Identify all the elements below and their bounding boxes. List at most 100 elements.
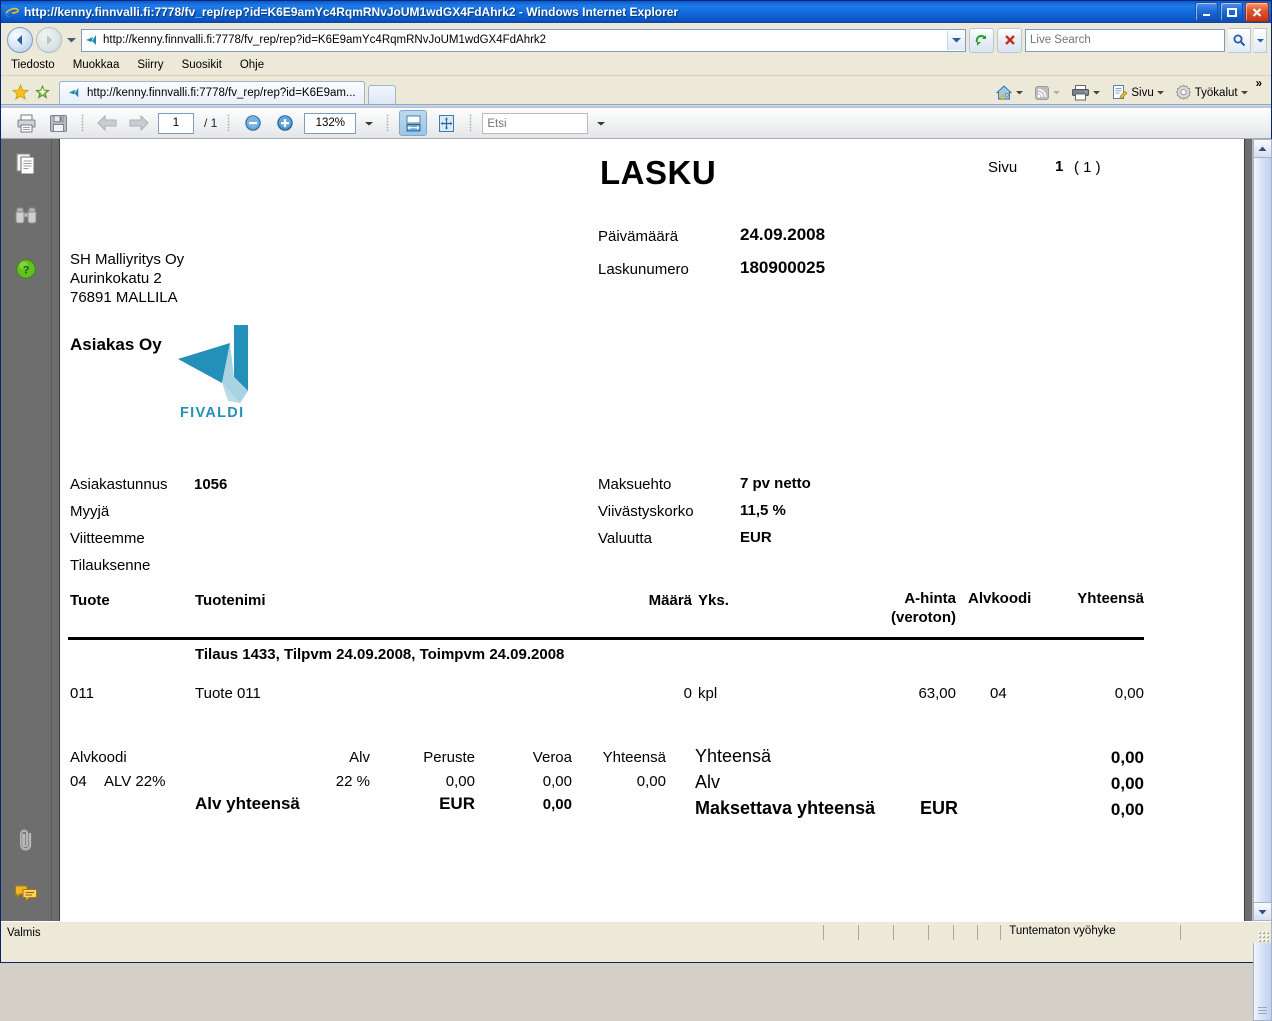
recent-pages-dropdown[interactable] [65, 29, 78, 51]
pdf-page-area: FIVALDI SH Malliyritys Oy Aurinkokatu 2 … [52, 139, 1252, 921]
tools-menu-button[interactable]: Työkalut [1172, 83, 1251, 102]
our-reference-label: Viitteemme [70, 530, 145, 547]
row-product-code: 011 [70, 685, 94, 702]
status-text: Valmis [7, 926, 41, 939]
page-menu-button[interactable]: Sivu [1108, 83, 1166, 102]
scrollbar-thumb[interactable] [1253, 157, 1272, 1021]
pdf-print-button[interactable] [13, 111, 39, 135]
invoice-number-value: 180900025 [740, 258, 826, 277]
live-search-box[interactable] [1025, 28, 1225, 52]
search-go-button[interactable] [1228, 27, 1251, 53]
address-url-text: http://kenny.finnvalli.fi:7778/fv_rep/re… [103, 34, 547, 46]
pdf-save-button[interactable] [45, 111, 71, 135]
print-button[interactable] [1068, 83, 1103, 102]
pdf-find-input[interactable] [483, 114, 594, 133]
security-zone-label[interactable]: Tuntematon vyöhyke [1000, 925, 1180, 940]
pdf-find-dropdown-icon[interactable] [594, 114, 608, 133]
minimize-button[interactable] [1195, 2, 1218, 22]
tools-menu-label: Työkalut [1194, 86, 1238, 99]
pdf-viewer: ? FIVALDI SH Malliyritys Oy Aurinkokatu … [1, 139, 1272, 1021]
vat-col-code-header: Alvkoodi [70, 749, 127, 766]
stop-button[interactable] [997, 27, 1022, 53]
vat-col-tax-header: Veroa [532, 749, 572, 766]
vat-total-currency: EUR [439, 794, 475, 813]
pdf-zoom-dropdown-icon[interactable] [362, 114, 376, 133]
table-header-rule [68, 637, 1144, 640]
scroll-up-button[interactable] [1253, 139, 1272, 158]
command-bar: Sivu Työkalut » [992, 78, 1265, 102]
pdf-previous-page-button[interactable] [94, 111, 120, 135]
vat-total-value: 0,00 [542, 796, 572, 813]
customer-id-label: Asiakastunnus [70, 476, 168, 493]
vat-col-base-header: Peruste [423, 749, 475, 766]
pdf-zoom-in-button[interactable] [272, 111, 298, 135]
maximize-button[interactable] [1220, 2, 1243, 22]
favorites-center-icon[interactable] [9, 80, 31, 104]
address-dropdown-icon[interactable] [947, 30, 965, 50]
toolbar-separator-4 [469, 114, 473, 132]
toolbar-separator-3 [386, 114, 390, 132]
vat-row-rate: 22 % [335, 773, 370, 790]
status-cell-2 [857, 925, 893, 940]
row-total: 0,00 [1114, 685, 1144, 702]
scroll-down-button[interactable] [1253, 902, 1272, 921]
live-search-input[interactable] [1026, 33, 1224, 47]
payment-terms-value: 7 pv netto [740, 475, 811, 492]
row-price: 63,00 [918, 685, 956, 702]
pdf-fit-width-button[interactable] [399, 110, 428, 136]
pdf-zoom-level-input[interactable]: 132% [304, 112, 357, 134]
menu-item-siirry[interactable]: Siirry [137, 59, 163, 71]
address-input[interactable]: http://kenny.finnvalli.fi:7778/fv_rep/re… [81, 28, 966, 52]
menu-item-ohje[interactable]: Ohje [240, 59, 264, 71]
currency-label: Valuutta [598, 530, 652, 547]
svg-text:?: ? [23, 265, 30, 277]
back-button[interactable] [7, 27, 33, 53]
sender-street: Aurinkokatu 2 [70, 270, 162, 287]
vertical-scrollbar[interactable] [1252, 139, 1272, 1021]
col-name-header: Tuotenimi [195, 592, 266, 609]
date-value: 24.09.2008 [740, 225, 826, 244]
browser-tab[interactable]: http://kenny.finnvalli.fi:7778/fv_rep/re… [59, 81, 365, 104]
vat-row-base: 0,00 [445, 773, 475, 790]
forward-button[interactable] [36, 27, 62, 53]
pdf-zoom-out-button[interactable] [240, 111, 266, 135]
row-unit: kpl [698, 685, 718, 702]
command-separator [1028, 85, 1029, 101]
your-order-label: Tilauksenne [70, 557, 151, 574]
row-qty: 0 [683, 685, 692, 702]
pdf-find-box[interactable] [482, 112, 594, 134]
comments-icon[interactable] [14, 881, 38, 905]
col-price-sub-header: (veroton) [891, 609, 956, 626]
search-options-dropdown[interactable] [1254, 27, 1267, 53]
new-tab-button[interactable] [367, 85, 396, 104]
pdf-page-number-input[interactable]: 1 [158, 112, 194, 134]
tab-favicon-icon [68, 86, 82, 100]
command-separator-4 [1169, 85, 1170, 101]
seller-label: Myyjä [70, 503, 110, 520]
command-overflow-button[interactable]: » [1253, 77, 1265, 91]
status-cell-6 [977, 925, 1000, 940]
page-number: 1 [1055, 158, 1064, 175]
feeds-button[interactable] [1031, 84, 1063, 102]
menu-item-suosikit[interactable]: Suosikit [182, 59, 222, 71]
page-label: Sivu [988, 159, 1018, 176]
attachments-icon[interactable] [14, 829, 38, 853]
status-cell-5 [952, 925, 978, 940]
close-button[interactable] [1245, 2, 1269, 22]
pdf-fit-page-button[interactable] [433, 111, 459, 135]
home-button[interactable] [992, 83, 1026, 102]
search-panel-icon[interactable] [14, 204, 38, 228]
page-dropdown-icon [1156, 91, 1164, 95]
pdf-next-page-button[interactable] [126, 111, 152, 135]
invoice-number-label: Laskunumero [598, 261, 689, 278]
menu-item-tiedosto[interactable]: Tiedosto [11, 59, 55, 71]
add-to-favorites-icon[interactable] [31, 80, 53, 104]
window-title-text: http://kenny.finnvalli.fi:7778/fv_rep/re… [24, 5, 679, 19]
pages-panel-icon[interactable] [14, 152, 38, 176]
resize-grip-icon[interactable] [1257, 930, 1269, 942]
sender-city: 76891 MALLILA [70, 289, 178, 306]
total-payable-label: Maksettava yhteensä [695, 798, 876, 818]
refresh-button[interactable] [969, 27, 994, 53]
help-icon[interactable]: ? [14, 257, 38, 281]
menu-item-muokkaa[interactable]: Muokkaa [73, 59, 120, 71]
